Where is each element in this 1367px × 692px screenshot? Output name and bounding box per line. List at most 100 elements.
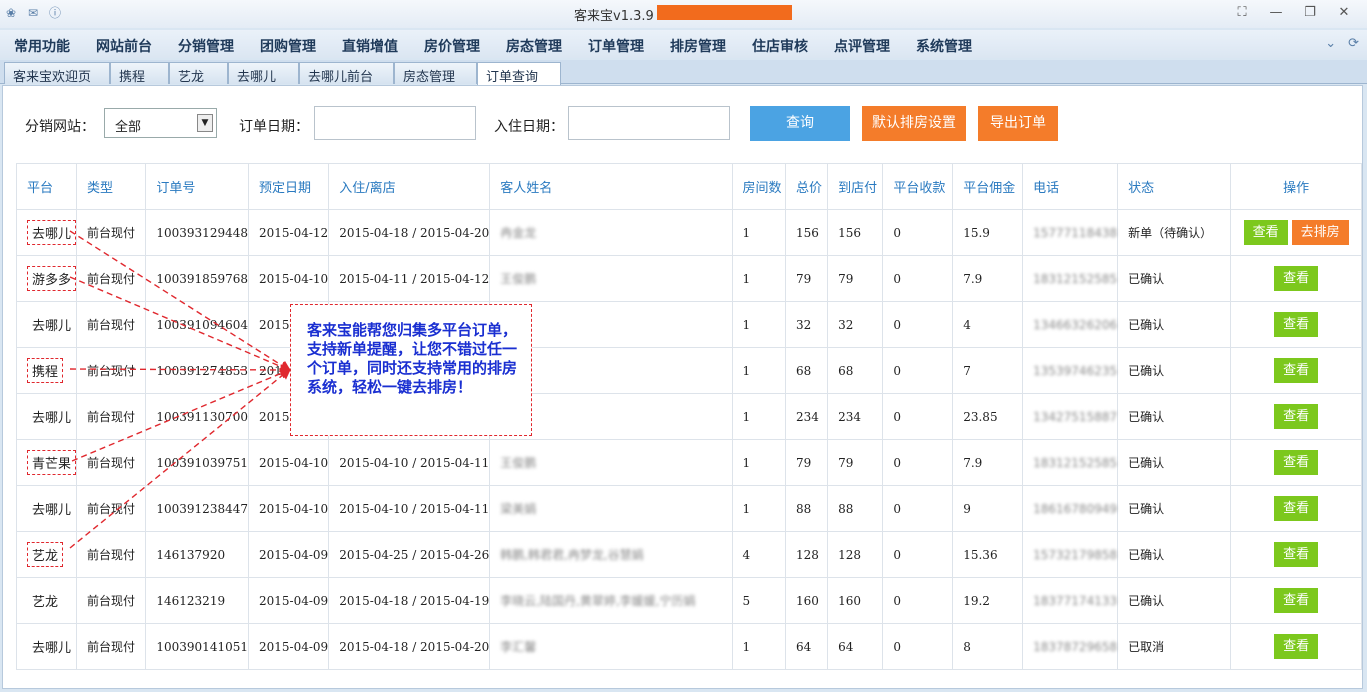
tab-ctrip[interactable]: 携程 <box>110 62 169 85</box>
column-header[interactable]: 电话 <box>1022 163 1119 210</box>
view-button[interactable]: 查看 <box>1274 266 1319 291</box>
column-header[interactable]: 平台佣金 <box>952 163 1024 210</box>
status-cell: 已确认 <box>1117 255 1232 302</box>
maximize-icon[interactable]: ❐ <box>1301 4 1319 22</box>
mail-icon[interactable]: ✉ <box>26 6 40 20</box>
table-row[interactable]: 游多多 前台现付 100391859768 2015-04-10 2015-04-11 … <box>15 255 1362 302</box>
status-cell: 已确认 <box>1117 347 1232 394</box>
column-header[interactable]: 预定日期 <box>247 163 330 210</box>
column-header[interactable]: 房间数 <box>731 163 786 210</box>
view-button[interactable]: 查看 <box>1274 496 1319 521</box>
assign-room-button[interactable]: 去排房 <box>1291 220 1349 245</box>
column-header[interactable]: 状态 <box>1117 163 1232 210</box>
tab-welcome[interactable]: 客来宝欢迎页 <box>4 62 110 85</box>
platform-recv-cell: 0 <box>882 531 954 578</box>
platform-cell: 去哪儿 <box>15 393 78 440</box>
order-no-cell: 100391859768 <box>145 255 249 302</box>
platform-cell: 游多多 <box>15 255 78 302</box>
menu-orders[interactable]: 订单管理 <box>588 36 644 56</box>
table-row[interactable]: 携程 前台现付 100391274853 2015-0 1 68 68 0 7 135397462… <box>15 347 1362 394</box>
orders-table: 平台 类型 订单号 预定日期 入住/离店 客人姓名 房间数 总价 到店付 平台收款 平台佣金 电话 状态… <box>15 163 1362 670</box>
view-button[interactable]: 查看 <box>1274 588 1319 613</box>
menu-rooming[interactable]: 排房管理 <box>670 36 726 56</box>
table-row[interactable]: 去哪儿 前台现付 100390141051 2015-04-09 2015-04-18 … <box>15 623 1362 670</box>
column-header[interactable]: 总价 <box>784 163 829 210</box>
tab-qunar-frontdesk[interactable]: 去哪儿前台 <box>299 62 394 85</box>
export-orders-button[interactable]: 导出订单 <box>978 106 1058 141</box>
view-button[interactable]: 查看 <box>1243 220 1288 245</box>
platform-label: 去哪儿 <box>32 641 72 656</box>
view-button[interactable]: 查看 <box>1274 312 1319 337</box>
info-icon[interactable]: ⓘ <box>48 6 62 20</box>
total-cell: 68 <box>784 347 829 394</box>
view-button[interactable]: 查看 <box>1274 404 1319 429</box>
view-button[interactable]: 查看 <box>1274 634 1319 659</box>
table-row[interactable]: 去哪儿 前台现付 100391238447 2015-04-10 2015-04-10 … <box>15 485 1362 532</box>
tab-order-query[interactable]: 订单查询✕ <box>477 62 561 100</box>
chevron-down-icon[interactable]: ▼ <box>197 114 213 132</box>
order-no-cell: 100390141051 <box>145 623 249 670</box>
column-header[interactable]: 客人姓名 <box>489 163 733 210</box>
view-button[interactable]: 查看 <box>1274 358 1319 383</box>
tab-room-status[interactable]: 房态管理 <box>394 62 477 85</box>
table-row[interactable]: 艺龙 前台现付 146137920 2015-04-09 2015-04-25 / 20… <box>15 531 1362 578</box>
phone-cell: 18378729658 <box>1022 623 1119 670</box>
table-row[interactable]: 艺龙 前台现付 146123219 2015-04-09 2015-04-18 / 20… <box>15 577 1362 624</box>
menu-direct-sales[interactable]: 直销增值 <box>342 36 398 56</box>
pay-at-hotel-cell: 234 <box>827 393 884 440</box>
pay-at-hotel-cell: 156 <box>827 209 884 256</box>
rooms-cell: 1 <box>731 485 786 532</box>
menu-groupbuy[interactable]: 团购管理 <box>260 36 316 56</box>
refresh-icon[interactable]: ⟳ <box>1348 36 1359 51</box>
order-no-cell: 100391274853 <box>145 347 249 394</box>
minimize-icon[interactable]: — <box>1267 4 1285 22</box>
order-date-label: 订单日期： <box>239 119 309 135</box>
commission-cell: 19.2 <box>952 577 1024 624</box>
order-date-input[interactable] <box>314 106 476 140</box>
chevron-down-icon[interactable]: ⌄ <box>1325 36 1336 51</box>
pay-at-hotel-cell: 160 <box>827 577 884 624</box>
menu-room-status[interactable]: 房态管理 <box>506 36 562 56</box>
menu-checkin-review[interactable]: 住店审核 <box>752 36 808 56</box>
column-header[interactable]: 订单号 <box>145 163 249 210</box>
total-cell: 32 <box>784 301 829 348</box>
table-row[interactable]: 青芒果 前台现付 100391039751 2015-04-10 2015-04-10 … <box>15 439 1362 486</box>
tab-elong[interactable]: 艺龙 <box>169 62 228 85</box>
column-header[interactable]: 平台 <box>15 163 78 210</box>
commission-cell: 8 <box>952 623 1024 670</box>
table-row[interactable]: 去哪儿 前台现付 100391094604 2015-04- 1 32 32 0 4 134663… <box>15 301 1362 348</box>
column-header[interactable]: 操作 <box>1230 163 1362 210</box>
restore-screen-icon[interactable]: ⛶ <box>1233 4 1251 22</box>
view-button[interactable]: 查看 <box>1274 450 1319 475</box>
order-no-cell: 100393129448 <box>145 209 249 256</box>
phone-cell: 18616780949 <box>1022 485 1119 532</box>
column-header[interactable]: 平台收款 <box>882 163 954 210</box>
table-row[interactable]: 去哪儿 前台现付 100393129448 2015-04-12 2015-04-18 … <box>15 209 1362 256</box>
menu-common[interactable]: 常用功能 <box>14 36 70 56</box>
query-button[interactable]: 查询 <box>750 106 850 141</box>
column-header[interactable]: 到店付 <box>827 163 884 210</box>
menu-room-price[interactable]: 房价管理 <box>424 36 480 56</box>
platform-cell: 去哪儿 <box>15 623 78 670</box>
app-logo-icon[interactable]: ❀ <box>4 6 18 20</box>
checkin-date-input[interactable] <box>568 106 730 140</box>
close-icon[interactable]: ✕ <box>1335 4 1353 22</box>
menu-distribution[interactable]: 分销管理 <box>178 36 234 56</box>
menu-website[interactable]: 网站前台 <box>96 36 152 56</box>
column-header[interactable]: 类型 <box>76 163 147 210</box>
status-cell: 已确认 <box>1117 301 1232 348</box>
guest-cell: 冉金龙 <box>489 209 733 256</box>
column-header[interactable]: 入住/离店 <box>328 163 491 210</box>
phone-cell: 15732179858 <box>1022 531 1119 578</box>
platform-label: 游多多 <box>27 266 77 291</box>
default-rooming-button[interactable]: 默认排房设置 <box>862 106 966 141</box>
view-button[interactable]: 查看 <box>1274 542 1319 567</box>
total-cell: 128 <box>784 531 829 578</box>
menu-reviews[interactable]: 点评管理 <box>834 36 890 56</box>
table-row[interactable]: 去哪儿 前台现付 100391130700 2015-04- 1 234 234 0 23.85… <box>15 393 1362 440</box>
booked-cell: 2015-04-12 <box>247 209 330 256</box>
status-cell: 已确认 <box>1117 393 1232 440</box>
tab-qunar[interactable]: 去哪儿 <box>228 62 299 85</box>
menu-system[interactable]: 系统管理 <box>916 36 972 56</box>
site-select[interactable]: 全部 ▼ <box>104 108 217 138</box>
